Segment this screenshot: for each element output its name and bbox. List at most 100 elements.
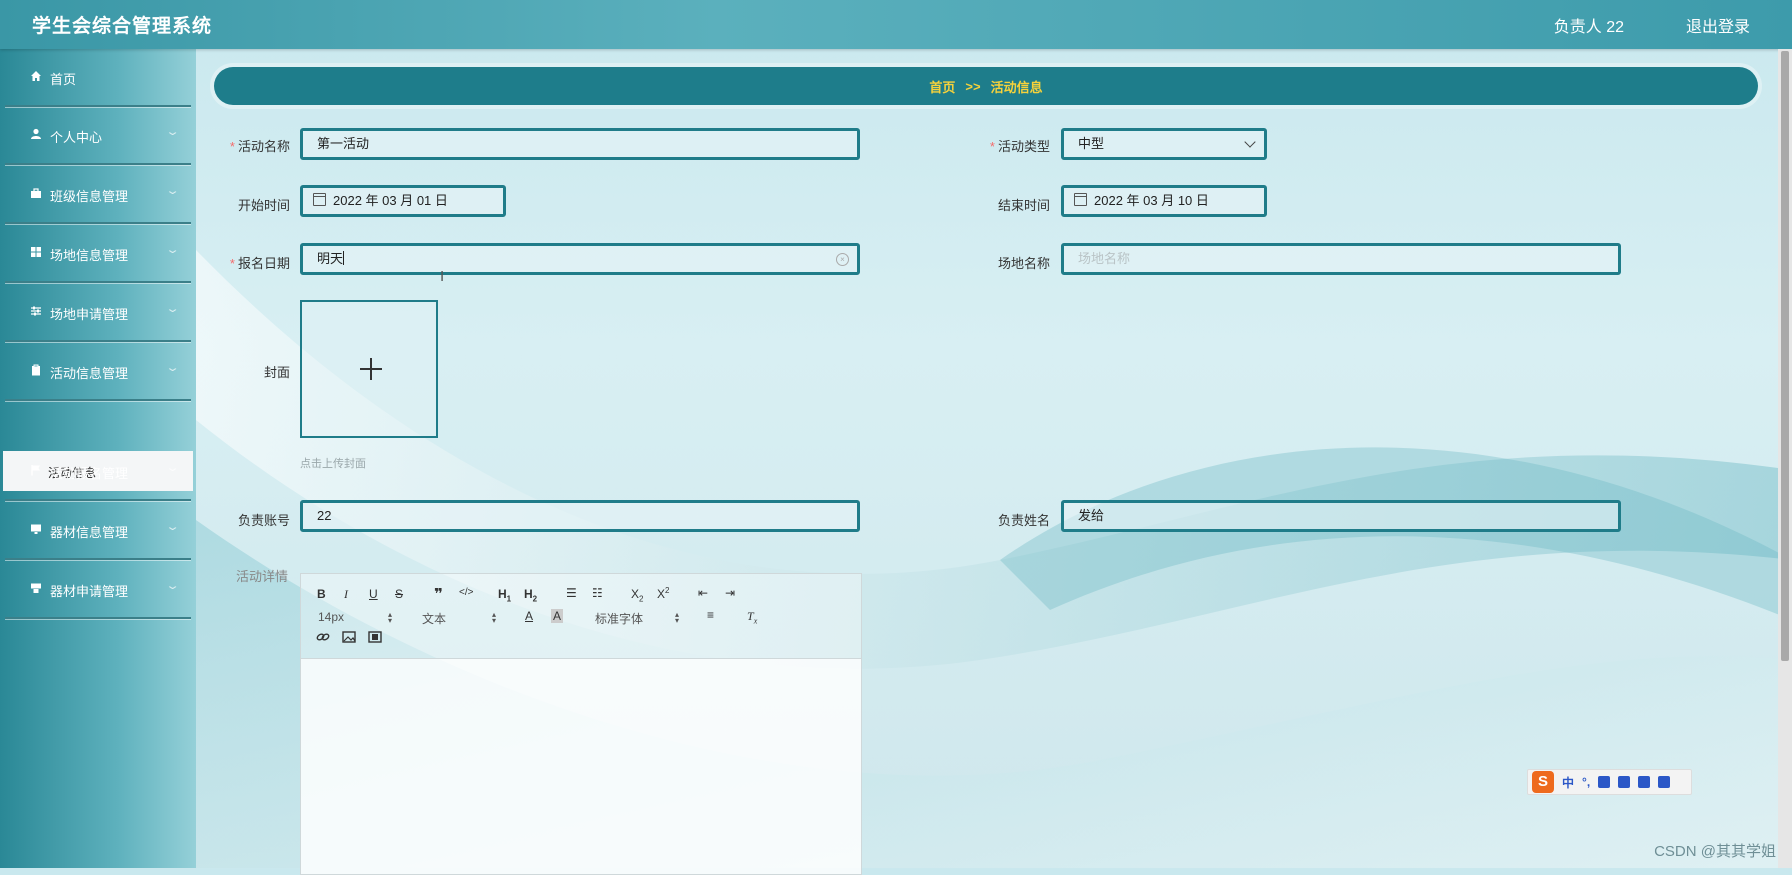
clipboard-icon — [29, 363, 43, 377]
monitor-icon — [29, 522, 43, 536]
outdent-icon[interactable]: ⇤ — [698, 586, 708, 600]
chevron-down-icon — [1244, 136, 1256, 148]
superscript-icon[interactable]: X2 — [657, 586, 669, 601]
logout-link[interactable]: 退出登录 — [1686, 13, 1750, 37]
text-caret — [343, 251, 345, 265]
sidebar-item-label: 班级信息管理 — [50, 189, 129, 204]
sidebar-item-label: 个人中心 — [50, 130, 103, 145]
sidebar-item-home[interactable]: 首页 — [5, 49, 191, 107]
sidebar-item-personal-center[interactable]: 个人中心 ⌄ — [5, 107, 191, 165]
sidebar-item-activity-info[interactable]: 活动信息管理 ⌄ — [5, 343, 191, 401]
heading2-icon[interactable]: H2 — [524, 587, 537, 603]
image-icon[interactable] — [342, 631, 356, 646]
sliders-icon — [29, 304, 43, 318]
chevron-down-icon: ⌄ — [165, 462, 180, 474]
sidebar-item-activity-signup[interactable]: 活动报名管理 ⌄ — [5, 443, 191, 501]
align-icon[interactable]: ≡ — [707, 608, 714, 622]
chevron-down-icon: ⌄ — [165, 126, 180, 138]
select-arrows-icon: ▴ ▾ — [675, 610, 680, 625]
chevron-down-icon: ⌄ — [165, 185, 180, 197]
clear-icon[interactable]: × — [836, 253, 849, 266]
ime-language-toggle[interactable]: 中 — [1562, 774, 1574, 791]
calendar-icon — [313, 193, 326, 206]
activity-type-select[interactable]: 中型 — [1061, 128, 1267, 160]
link-icon[interactable] — [316, 631, 330, 646]
owner-name-label: 负责姓名 — [997, 513, 1050, 528]
font-color-icon[interactable]: A — [525, 609, 533, 623]
chevron-up-icon: ⌄ — [165, 362, 180, 374]
activity-name-label: * 活动名称 — [229, 139, 290, 154]
apps-grid-icon[interactable] — [1658, 776, 1671, 788]
start-time-label: 开始时间 — [237, 198, 290, 213]
sidebar-item-label: 器材申请管理 — [50, 584, 129, 599]
breadcrumb-current: 活动信息 — [990, 79, 1043, 95]
user-icon — [29, 127, 43, 141]
sidebar-item-venue-info[interactable]: 场地信息管理 ⌄ — [5, 225, 191, 283]
cover-upload-box[interactable] — [300, 300, 438, 438]
bullet-list-icon[interactable]: ☷ — [592, 586, 603, 600]
required-mark: * — [229, 139, 235, 154]
current-user-label: 负责人 22 — [1553, 19, 1624, 36]
header-select[interactable]: 文本 ▴ ▾ — [422, 610, 496, 627]
code-block-icon[interactable]: </> — [459, 587, 473, 598]
start-time-picker[interactable]: 2022 年 03 月 01 日 — [300, 185, 506, 217]
clear-format-icon[interactable]: Tx — [747, 609, 757, 625]
ime-punctuation-toggle[interactable]: °, — [1582, 775, 1590, 789]
signup-date-input[interactable]: 明天 × — [300, 243, 860, 275]
sidebar-item-label: 活动信息管理 — [50, 366, 129, 381]
font-family-select[interactable]: 标准字体 ▴ ▾ — [595, 610, 685, 627]
background-color-icon[interactable]: A — [551, 609, 564, 623]
underline-icon[interactable]: U — [369, 587, 378, 601]
ordered-list-icon[interactable]: ☰ — [566, 586, 577, 600]
vertical-scrollbar[interactable] — [1778, 49, 1792, 868]
blockquote-icon[interactable]: ❞ — [434, 585, 443, 603]
chevron-down-icon: ⌄ — [165, 244, 180, 256]
font-size-select[interactable]: 14px ▴ ▾ — [318, 610, 392, 625]
venue-name-label: 场地名称 — [997, 256, 1050, 271]
sidebar-item-label: 活动报名管理 — [50, 466, 129, 481]
grid-icon — [29, 245, 43, 259]
select-arrows-icon: ▴ ▾ — [388, 610, 393, 625]
rich-text-editor: B I U S ❞ </> H1 H2 ☰ ☷ X2 X2 ⇤ ⇥ 14px ▴ ▾… — [300, 573, 862, 875]
microphone-icon[interactable] — [1598, 776, 1611, 788]
scrollbar-thumb[interactable] — [1781, 51, 1789, 661]
bold-icon[interactable]: B — [317, 587, 326, 601]
text-cursor-icon: I — [440, 268, 445, 285]
subscript-icon[interactable]: X2 — [631, 587, 643, 603]
cover-label: 封面 — [263, 365, 290, 380]
breadcrumb-home[interactable]: 首页 — [929, 77, 955, 96]
italic-icon[interactable]: I — [344, 587, 348, 602]
sidebar-item-label: 场地信息管理 — [50, 248, 129, 263]
sidebar-item-label: 场地申请管理 — [50, 307, 129, 322]
activity-name-input[interactable]: 第一活动 — [300, 128, 860, 160]
keyboard-icon[interactable] — [1618, 776, 1631, 788]
ime-toolbar[interactable]: S 中 °, — [1527, 769, 1692, 795]
breadcrumb: 首页 >> 活动信息 — [214, 67, 1758, 105]
required-mark: * — [989, 139, 995, 154]
sidebar-item-equipment-info[interactable]: 器材信息管理 ⌄ — [5, 502, 191, 560]
chevron-down-icon: ⌄ — [165, 580, 180, 592]
plus-icon — [360, 358, 382, 380]
skin-icon[interactable] — [1638, 776, 1651, 788]
editor-content-area[interactable] — [301, 659, 861, 874]
sidebar-item-class-info[interactable]: 班级信息管理 ⌄ — [5, 166, 191, 224]
sidebar-item-equipment-application[interactable]: 器材申请管理 ⌄ — [5, 561, 191, 619]
owner-account-input[interactable]: 22 — [300, 500, 860, 532]
strikethrough-icon[interactable]: S — [395, 587, 403, 601]
background-silk-decoration — [196, 250, 1792, 868]
heading1-icon[interactable]: H1 — [498, 587, 511, 603]
cover-upload-hint: 点击上传封面 — [300, 458, 366, 470]
top-header: 学生会综合管理系统 负责人 22 退出登录 — [0, 0, 1792, 49]
owner-name-input[interactable]: 发给 — [1061, 500, 1621, 532]
calendar-icon — [1074, 193, 1087, 206]
end-time-label: 结束时间 — [997, 198, 1050, 213]
briefcase-icon — [29, 186, 43, 200]
end-time-picker[interactable]: 2022 年 03 月 10 日 — [1061, 185, 1267, 217]
venue-name-input[interactable]: 场地名称 — [1061, 243, 1621, 275]
sidebar-item-venue-application[interactable]: 场地申请管理 ⌄ — [5, 284, 191, 342]
video-icon[interactable] — [368, 631, 382, 646]
owner-account-label: 负责账号 — [237, 513, 290, 528]
indent-icon[interactable]: ⇥ — [725, 586, 735, 600]
chevron-down-icon: ⌄ — [165, 521, 180, 533]
required-mark: * — [229, 256, 235, 271]
